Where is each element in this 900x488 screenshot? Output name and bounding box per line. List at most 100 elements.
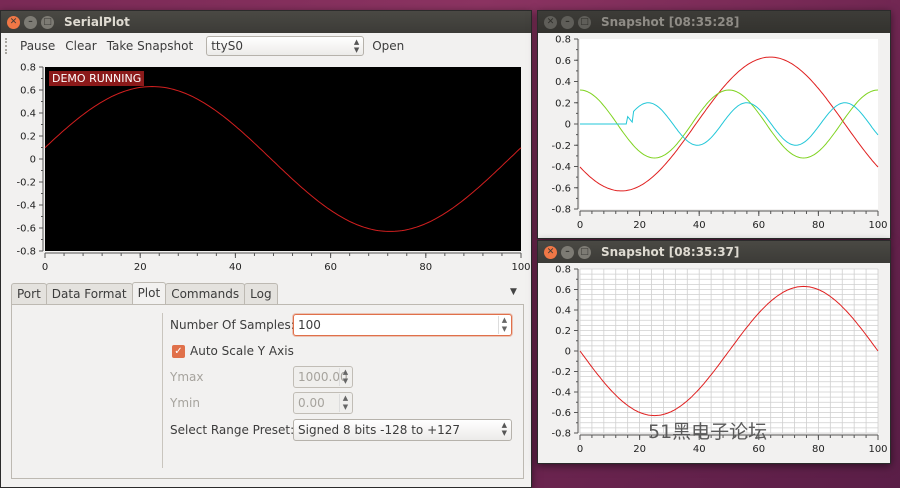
spinner-arrows-icon[interactable]: ▲ ▼ bbox=[498, 316, 510, 334]
take-snapshot-button[interactable]: Take Snapshot bbox=[102, 37, 199, 55]
port-select-value: ttyS0 bbox=[211, 39, 243, 53]
main-titlebar: ✕ – □ SerialPlot bbox=[1, 11, 531, 33]
window-title: SerialPlot bbox=[64, 15, 130, 29]
port-select[interactable]: ttyS0 ▲ ▼ bbox=[206, 36, 365, 56]
maximize-icon[interactable]: □ bbox=[41, 15, 54, 29]
toolbar: Pause Clear Take Snapshot ttyS0 ▲ ▼ Open bbox=[1, 33, 531, 59]
pause-button[interactable]: Pause bbox=[15, 37, 60, 55]
demo-running-badge: DEMO RUNNING bbox=[49, 71, 145, 86]
x-tick-label: 100 bbox=[868, 444, 887, 455]
y-tick-label: 0 bbox=[565, 347, 571, 358]
close-icon[interactable]: ✕ bbox=[7, 15, 20, 29]
clear-button[interactable]: Clear bbox=[60, 37, 101, 55]
y-tick-label: -0.2 bbox=[551, 367, 571, 378]
snapshot-window-1: ✕ – □ Snapshot [08:35:28] 0.8 0.6 0.4 0.2 0-… bbox=[537, 10, 891, 239]
tab-data-format[interactable]: Data Format bbox=[45, 283, 133, 305]
y-tick-label: -0.6 bbox=[551, 408, 571, 419]
x-tick-label: 0 bbox=[42, 262, 48, 273]
y-tick-label: -0.4 bbox=[551, 388, 571, 399]
range-preset-select[interactable]: Signed 8 bits -128 to +127 ▲ ▼ bbox=[293, 419, 512, 441]
num-samples-input[interactable]: 100 ▲ ▼ bbox=[293, 314, 512, 336]
y-tick-label: -0.2 bbox=[16, 178, 36, 189]
auto-scale-checkbox[interactable]: ✓ bbox=[172, 345, 185, 358]
x-tick-label: 60 bbox=[752, 444, 765, 455]
num-samples-value: 100 bbox=[298, 318, 321, 332]
x-tick-label: 0 bbox=[577, 444, 583, 455]
x-tick-label: 60 bbox=[324, 262, 337, 273]
tab-plot[interactable]: Plot bbox=[131, 282, 167, 305]
minimize-icon[interactable]: – bbox=[24, 15, 37, 29]
snapshot-1-titlebar: ✕ – □ Snapshot [08:35:28] bbox=[538, 11, 890, 33]
open-button[interactable]: Open bbox=[367, 37, 409, 55]
x-tick-label: 0 bbox=[577, 220, 583, 231]
x-tick-label: 40 bbox=[693, 220, 706, 231]
y-tick-label: 0.8 bbox=[20, 63, 36, 74]
minimize-icon[interactable]: – bbox=[561, 245, 574, 259]
snapshot-2-titlebar: ✕ – □ Snapshot [08:35:37] bbox=[538, 241, 890, 263]
x-tick-label: 80 bbox=[812, 220, 825, 231]
main-plot-svg: 0.8 0.6 0.4 0.2 0 -0.2 -0.4 -0.6 -0.8 0 20 40 60 80 10… bbox=[16, 63, 530, 273]
tab-log[interactable]: Log bbox=[244, 283, 278, 305]
y-tick-label: 0.6 bbox=[555, 285, 571, 296]
serialplot-window: ✕ – □ SerialPlot Pause Clear Take Snapsh… bbox=[0, 10, 532, 488]
auto-scale-label: Auto Scale Y Axis bbox=[190, 344, 294, 358]
ymin-input[interactable]: 0.00 ▲ ▼ bbox=[293, 392, 353, 414]
chevron-updown-icon: ▲ ▼ bbox=[353, 38, 360, 54]
ymin-value: 0.00 bbox=[298, 396, 325, 410]
y-tick-label: 0.8 bbox=[555, 265, 571, 276]
y-tick-label: -0.6 bbox=[16, 224, 36, 235]
x-tick-label: 20 bbox=[134, 262, 147, 273]
y-tick-label: -0.2 bbox=[551, 141, 571, 152]
y-tick-label: 0.2 bbox=[20, 132, 36, 143]
y-tick-label: 0.4 bbox=[555, 77, 571, 88]
divider bbox=[162, 313, 163, 468]
x-tick-label: 100 bbox=[868, 220, 887, 231]
x-tick-label: 80 bbox=[812, 444, 825, 455]
spinner-arrows-icon[interactable]: ▲ ▼ bbox=[339, 368, 351, 386]
y-tick-label: 0.2 bbox=[555, 326, 571, 337]
y-tick-label: -0.4 bbox=[16, 201, 36, 212]
plot-settings-panel: Number Of Samples: 100 ▲ ▼ ✓ Auto Scale Y… bbox=[11, 304, 524, 479]
x-tick-label: 40 bbox=[693, 444, 706, 455]
x-tick-label: 60 bbox=[752, 220, 765, 231]
y-tick-label: -0.6 bbox=[551, 183, 571, 194]
ymax-input[interactable]: 1000.00 ▲ ▼ bbox=[293, 366, 353, 388]
y-tick-label: 0.4 bbox=[555, 306, 571, 317]
maximize-icon[interactable]: □ bbox=[578, 15, 591, 29]
x-tick-label: 80 bbox=[419, 262, 432, 273]
toolbar-grip-icon[interactable] bbox=[5, 38, 9, 54]
range-preset-value: Signed 8 bits -128 to +127 bbox=[298, 423, 461, 437]
settings-tabs: Port Data Format Plot Commands Log bbox=[11, 282, 278, 305]
y-tick-label: 0 bbox=[30, 155, 36, 166]
x-tick-label: 20 bbox=[633, 220, 646, 231]
snapshot-1-title: Snapshot [08:35:28] bbox=[601, 15, 740, 29]
x-tick-label: 40 bbox=[229, 262, 242, 273]
minimize-icon[interactable]: – bbox=[561, 15, 574, 29]
x-tick-label: 20 bbox=[633, 444, 646, 455]
y-tick-label: 0.4 bbox=[20, 109, 36, 120]
tab-commands[interactable]: Commands bbox=[165, 283, 246, 305]
num-samples-label: Number Of Samples: bbox=[170, 318, 295, 332]
range-preset-label: Select Range Preset: bbox=[170, 423, 295, 437]
y-tick-label: 0 bbox=[565, 120, 571, 131]
y-tick-label: 0.6 bbox=[20, 86, 36, 97]
y-tick-label: -0.8 bbox=[551, 205, 571, 216]
tabs-menu-chevron-icon[interactable]: ▼ bbox=[510, 287, 517, 297]
spinner-arrows-icon[interactable]: ▲ ▼ bbox=[339, 394, 351, 412]
ymax-label: Ymax bbox=[170, 370, 204, 384]
y-tick-label: -0.8 bbox=[16, 247, 36, 258]
close-icon[interactable]: ✕ bbox=[544, 245, 557, 259]
y-tick-label: 0.2 bbox=[555, 98, 571, 109]
close-icon[interactable]: ✕ bbox=[544, 15, 557, 29]
x-tick-label: 100 bbox=[511, 262, 530, 273]
y-tick-label: -0.4 bbox=[551, 162, 571, 173]
ymin-label: Ymin bbox=[170, 396, 200, 410]
snapshot-2-title: Snapshot [08:35:37] bbox=[601, 245, 740, 259]
snapshot-1-plot[interactable]: 0.8 0.6 0.4 0.2 0 -0.2 -0.4 -0.6 -0.8 0 20 40 60 80 10… bbox=[538, 33, 890, 238]
maximize-icon[interactable]: □ bbox=[578, 245, 591, 259]
y-tick-label: 0.6 bbox=[555, 56, 571, 67]
chevron-updown-icon: ▲ ▼ bbox=[501, 421, 507, 437]
y-tick-label: 0.8 bbox=[555, 35, 571, 46]
tab-port[interactable]: Port bbox=[11, 283, 47, 305]
watermark: 51黑电子论坛 bbox=[648, 421, 768, 443]
